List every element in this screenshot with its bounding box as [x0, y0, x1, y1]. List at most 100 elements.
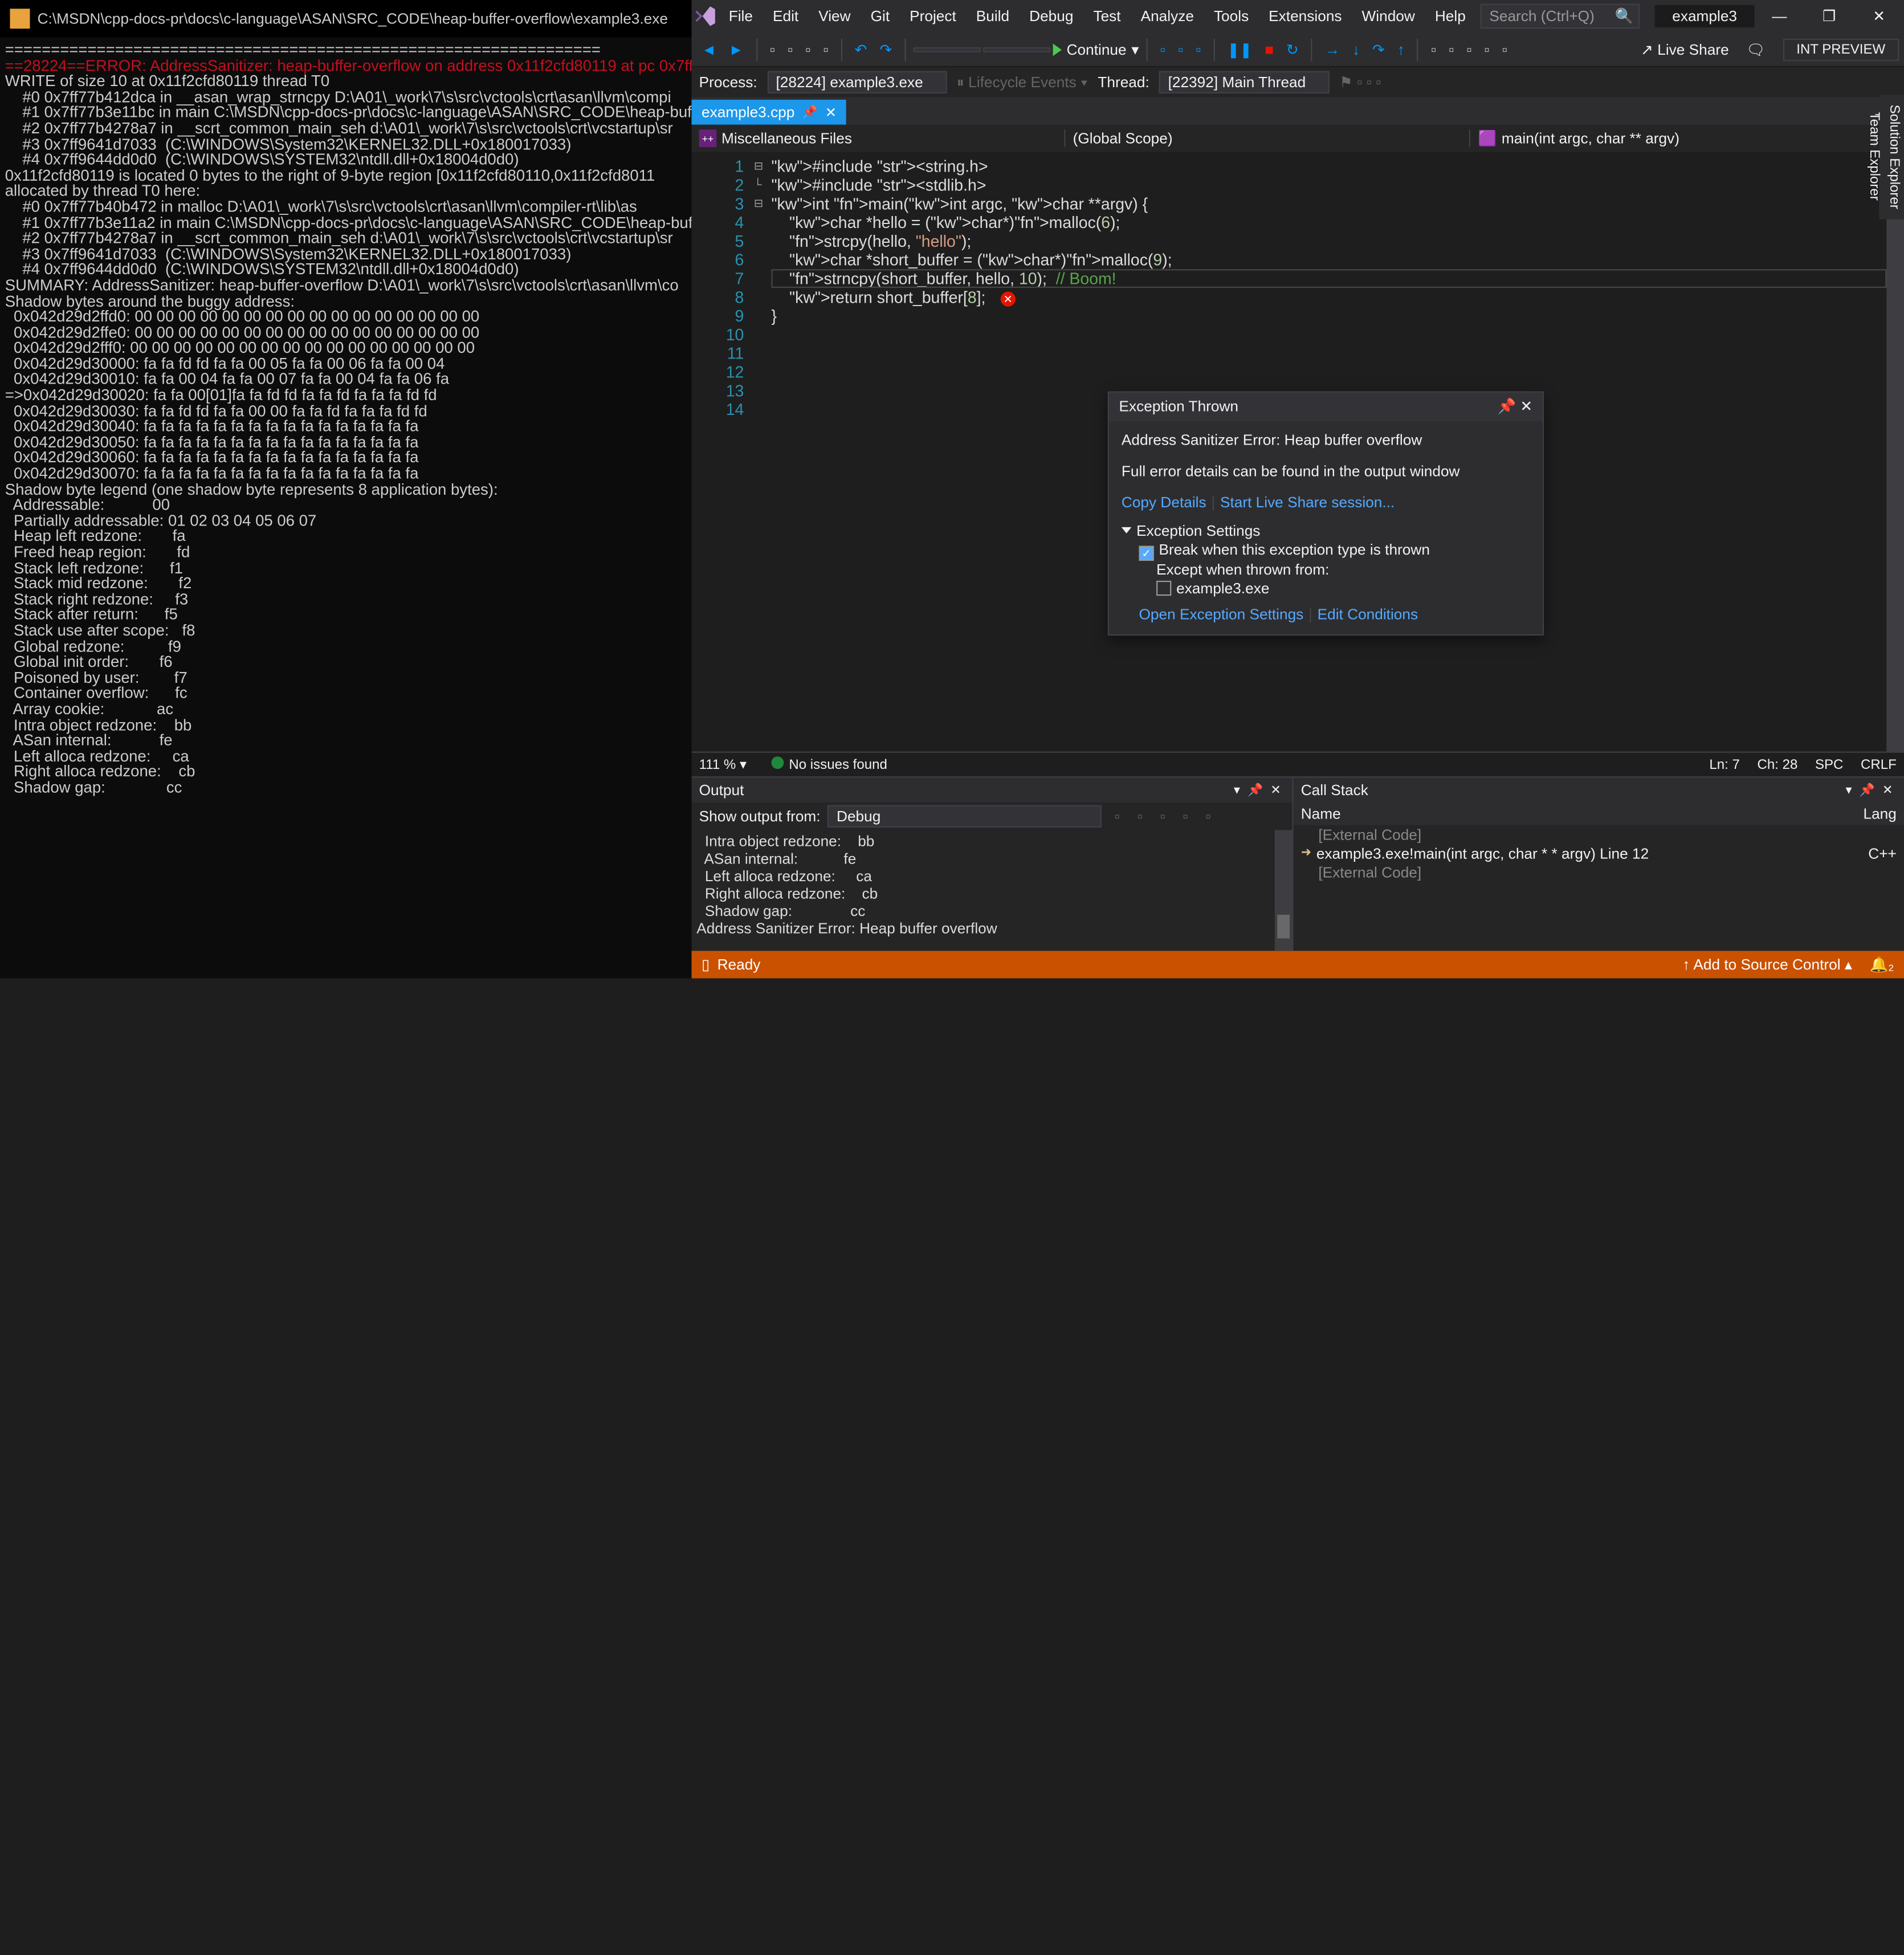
step-forward-icon[interactable]: ▫ — [1444, 38, 1459, 60]
output-scrollbar[interactable] — [1275, 830, 1293, 951]
panel-menu-icon[interactable]: ▾ — [1230, 783, 1243, 797]
except-item-checkbox[interactable] — [1156, 581, 1171, 596]
pause-icon[interactable]: ❚❚ — [1222, 38, 1257, 60]
menu-file[interactable]: File — [719, 7, 763, 25]
menu-analyze[interactable]: Analyze — [1131, 7, 1204, 25]
team-explorer-tab[interactable]: Team Explorer — [1864, 95, 1884, 219]
open-icon[interactable]: ▫ — [782, 38, 798, 60]
output-body[interactable]: Intra object redzone: bb ASan internal: … — [692, 830, 1293, 951]
redo-icon[interactable]: ↷ — [875, 38, 897, 60]
error-glyph-icon[interactable]: ✕ — [1001, 292, 1016, 307]
menu-debug[interactable]: Debug — [1020, 7, 1083, 25]
eol-mode[interactable]: CRLF — [1861, 757, 1897, 772]
wrap-icon[interactable]: ▫ — [1155, 805, 1171, 827]
thread-combo[interactable]: [22392] Main Thread — [1159, 71, 1330, 93]
line-pos[interactable]: Ln: 7 — [1709, 757, 1740, 772]
list-icon[interactable]: ▫ — [1178, 805, 1193, 827]
copy-details-link[interactable]: Copy Details — [1122, 494, 1206, 511]
menu-test[interactable]: Test — [1083, 7, 1131, 25]
solution-explorer-tab[interactable]: Solution Explorer — [1884, 95, 1904, 219]
edit-conditions-link[interactable]: Edit Conditions — [1318, 606, 1418, 624]
feedback-icon[interactable]: 🗨 — [1746, 40, 1765, 58]
menu-window[interactable]: Window — [1352, 7, 1425, 25]
scope-file[interactable]: ++Miscellaneous Files — [692, 129, 1066, 147]
stop-output-icon[interactable]: ▫ — [1201, 805, 1216, 827]
callstack-row[interactable]: [External Code] — [1294, 862, 1904, 881]
cs-col-name[interactable]: Name — [1301, 805, 1864, 822]
maximize-button[interactable]: ❐ — [1804, 7, 1854, 25]
cs-pin-icon[interactable]: 📌 — [1856, 783, 1878, 797]
exception-pin-icon[interactable]: 📌 — [1497, 397, 1516, 416]
record-icon[interactable]: ▫ — [1497, 38, 1512, 60]
callstack-row[interactable]: [External Code] — [1294, 825, 1904, 844]
menu-view[interactable]: View — [809, 7, 861, 25]
forward-icon[interactable]: ► — [724, 38, 748, 60]
toggle-icon[interactable]: ▫ — [1132, 805, 1148, 827]
minimize-button[interactable]: — — [1755, 7, 1804, 25]
cmd-icon — [10, 9, 30, 28]
menu-edit[interactable]: Edit — [763, 7, 808, 25]
tab-close-icon[interactable]: ✕ — [825, 104, 837, 120]
tasks-icon[interactable]: ▯ — [702, 956, 710, 974]
indent-mode[interactable]: SPC — [1815, 757, 1843, 772]
panel-pin-icon[interactable]: 📌 — [1243, 783, 1266, 797]
notifications-icon[interactable]: 🔔₂ — [1870, 956, 1894, 974]
search-input[interactable]: Search (Ctrl+Q)🔍 — [1481, 4, 1640, 29]
step-back-icon[interactable]: ▫ — [1426, 38, 1441, 60]
back-icon[interactable]: ◄ — [696, 38, 721, 60]
hot-reload-icon[interactable]: ▫ — [1173, 38, 1188, 60]
start-live-share-link[interactable]: Start Live Share session... — [1220, 494, 1395, 511]
output-source-combo[interactable]: Debug — [828, 805, 1102, 827]
open-exception-settings-link[interactable]: Open Exception Settings — [1139, 606, 1303, 624]
char-pos[interactable]: Ch: 28 — [1757, 757, 1797, 772]
save-all-icon[interactable]: ▫ — [818, 38, 834, 60]
config-combo[interactable] — [914, 47, 981, 52]
pin-icon[interactable]: 📌 — [802, 105, 818, 119]
callstack-panel-title[interactable]: Call Stack▾📌✕ — [1294, 777, 1904, 803]
restart-icon[interactable]: ↻ — [1281, 38, 1303, 60]
cs-close-icon[interactable]: ✕ — [1878, 783, 1896, 797]
menu-help[interactable]: Help — [1425, 7, 1475, 25]
undo-icon[interactable]: ↶ — [850, 38, 872, 60]
exception-settings-header[interactable]: Exception Settings — [1122, 522, 1530, 541]
menu-extensions[interactable]: Extensions — [1259, 7, 1352, 25]
step-over-icon[interactable]: ↷ — [1367, 38, 1389, 60]
cs-menu-icon[interactable]: ▾ — [1842, 783, 1856, 797]
issues-label[interactable]: No issues found — [772, 756, 887, 772]
app-window-icon[interactable]: ▫ — [1155, 38, 1171, 60]
code-editor[interactable]: 1234567891011121314⊟└⊟"kw">#include "str… — [692, 152, 1904, 752]
cs-col-lang[interactable]: Lang — [1863, 805, 1896, 822]
close-button[interactable]: ✕ — [1854, 7, 1904, 25]
break-checkbox[interactable]: ✓ — [1139, 546, 1153, 561]
menu-tools[interactable]: Tools — [1204, 7, 1258, 25]
platform-combo[interactable] — [983, 47, 1050, 52]
preview-badge[interactable]: INT PREVIEW — [1783, 38, 1899, 60]
output-panel-title[interactable]: Output▾📌✕ — [692, 777, 1293, 803]
frame-icon[interactable]: ▫ — [1479, 38, 1495, 60]
menu-project[interactable]: Project — [900, 7, 967, 25]
step-into-icon[interactable]: ↓ — [1347, 38, 1365, 60]
menu-git[interactable]: Git — [861, 7, 900, 25]
panel-close-icon[interactable]: ✕ — [1267, 783, 1285, 797]
stop-icon[interactable]: ■ — [1259, 38, 1278, 60]
cpp-icon: ++ — [699, 129, 717, 147]
exception-close-icon[interactable]: ✕ — [1516, 397, 1532, 416]
new-icon[interactable]: ▫ — [765, 38, 780, 60]
live-share-button[interactable]: ↗ Live Share — [1641, 40, 1729, 58]
scope-global[interactable]: (Global Scope) — [1065, 129, 1470, 147]
process-combo[interactable]: [28224] example3.exe — [767, 71, 947, 93]
save-icon[interactable]: ▫ — [800, 38, 816, 60]
search-icon[interactable]: 🔍 — [1615, 7, 1634, 25]
add-source-control-button[interactable]: ↑ Add to Source Control ▴ — [1682, 956, 1852, 974]
callstack-row[interactable]: ➜example3.exe!main(int argc, char * * ar… — [1294, 844, 1904, 862]
continue-button[interactable]: Continue ▾ — [1053, 40, 1139, 58]
snapshot-icon[interactable]: ▫ — [1461, 38, 1477, 60]
menu-build[interactable]: Build — [966, 7, 1019, 25]
step-out-icon[interactable]: ↑ — [1392, 38, 1410, 60]
screenshot-icon[interactable]: ▫ — [1190, 38, 1206, 60]
show-next-icon[interactable]: → — [1320, 38, 1345, 60]
clear-icon[interactable]: ▫ — [1110, 805, 1125, 827]
file-tab[interactable]: example3.cpp📌✕ — [692, 100, 847, 125]
scope-function[interactable]: 🟪 main(int argc, char ** argv) — [1470, 129, 1876, 147]
zoom-combo[interactable]: 111 % ▾ — [699, 756, 747, 772]
